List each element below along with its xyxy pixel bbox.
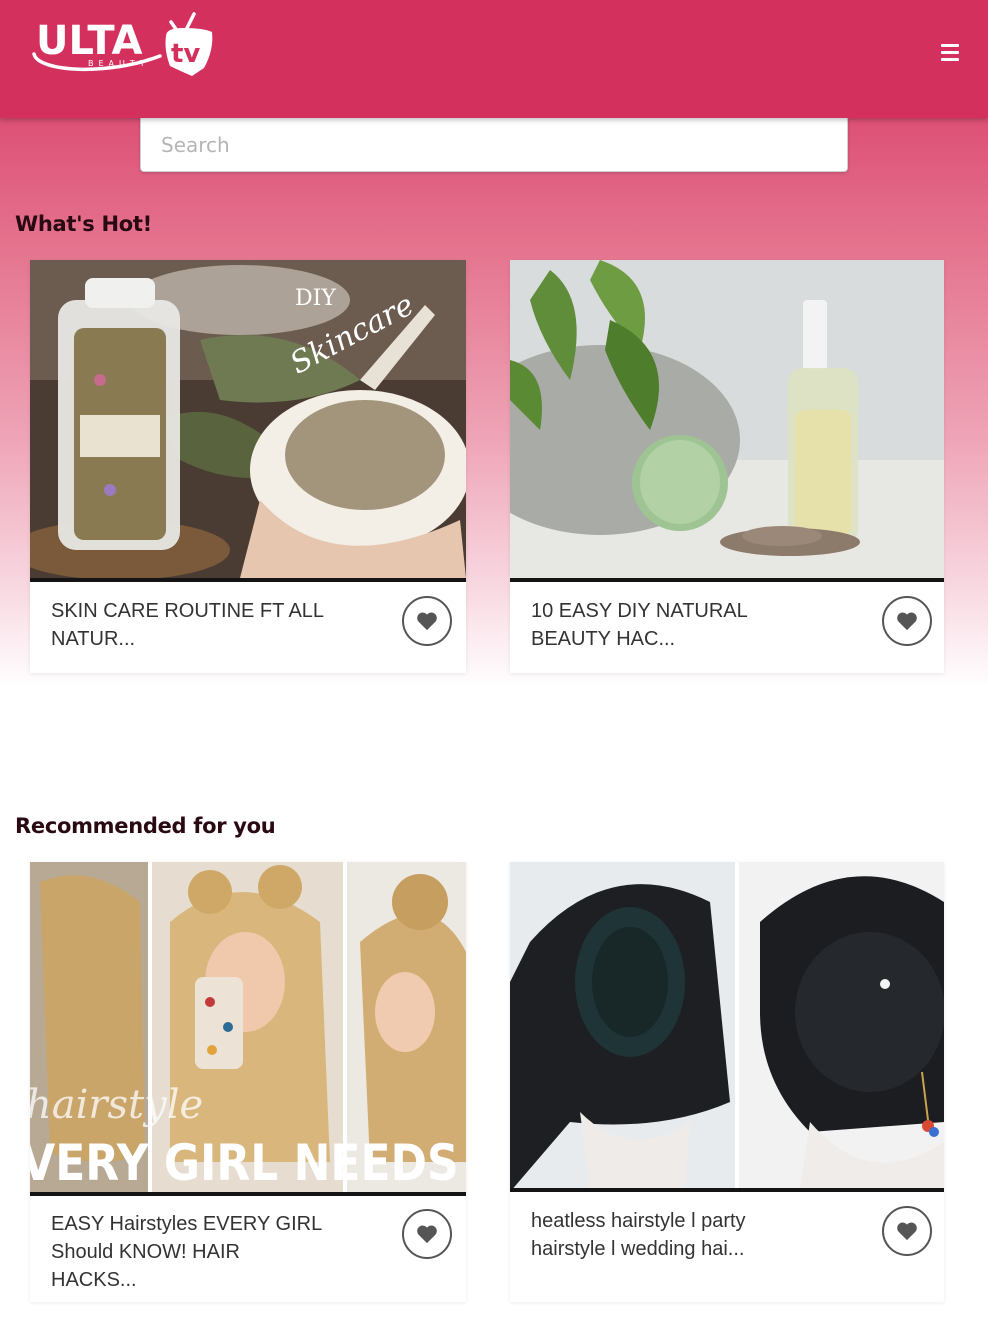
video-thumbnail[interactable]: hairstyle VERY GIRL NEEDS TO KNOW xyxy=(30,862,466,1196)
favorite-button[interactable] xyxy=(882,1206,932,1256)
ulta-logo-graphic: ULTA BEAUTY tv xyxy=(32,12,213,76)
video-title[interactable]: 10 EASY DIY NATURAL BEAUTY HAC... xyxy=(531,597,831,653)
video-card[interactable]: heatless hairstyle l party hairstyle l w… xyxy=(510,862,944,1302)
favorite-button[interactable] xyxy=(402,596,452,646)
heart-icon xyxy=(897,612,917,631)
video-card[interactable]: DIY Skincare SKIN CARE ROUTINE FT ALL NA… xyxy=(30,260,466,673)
favorite-button[interactable] xyxy=(882,596,932,646)
heart-icon xyxy=(417,1225,437,1244)
whats-hot-heading: What's Hot! xyxy=(15,212,152,236)
video-thumbnail[interactable]: DIY Skincare xyxy=(30,260,466,582)
video-title[interactable]: heatless hairstyle l party hairstyle l w… xyxy=(531,1207,811,1263)
heart-icon xyxy=(417,612,437,631)
logo-main-text: ULTA xyxy=(36,18,143,64)
thumbnail-script-text: hairstyle xyxy=(30,1082,203,1128)
recommended-heading: Recommended for you xyxy=(15,814,276,838)
video-title[interactable]: EASY Hairstyles EVERY GIRL Should KNOW! … xyxy=(51,1210,331,1294)
logo-tv-text: tv xyxy=(171,39,200,69)
top-header: ULTA BEAUTY tv xyxy=(0,0,988,118)
video-card[interactable]: 10 EASY DIY NATURAL BEAUTY HAC... xyxy=(510,260,944,673)
video-card[interactable]: hairstyle VERY GIRL NEEDS TO KNOW EASY H… xyxy=(30,862,466,1302)
video-title[interactable]: SKIN CARE ROUTINE FT ALL NATUR... xyxy=(51,597,351,653)
video-thumbnail[interactable] xyxy=(510,862,944,1192)
logo-sub-text: BEAUTY xyxy=(88,59,150,68)
heart-icon xyxy=(897,1222,917,1241)
favorite-button[interactable] xyxy=(402,1209,452,1259)
search-input[interactable] xyxy=(140,118,848,172)
video-thumbnail[interactable] xyxy=(510,260,944,582)
hamburger-menu-icon[interactable] xyxy=(936,38,964,66)
thumbnail-overlay-text: DIY xyxy=(295,286,336,311)
ulta-tv-logo[interactable]: ULTA BEAUTY tv xyxy=(28,10,218,80)
thumbnail-overlay-text: VERY GIRL NEEDS TO KNOW xyxy=(30,1134,466,1192)
